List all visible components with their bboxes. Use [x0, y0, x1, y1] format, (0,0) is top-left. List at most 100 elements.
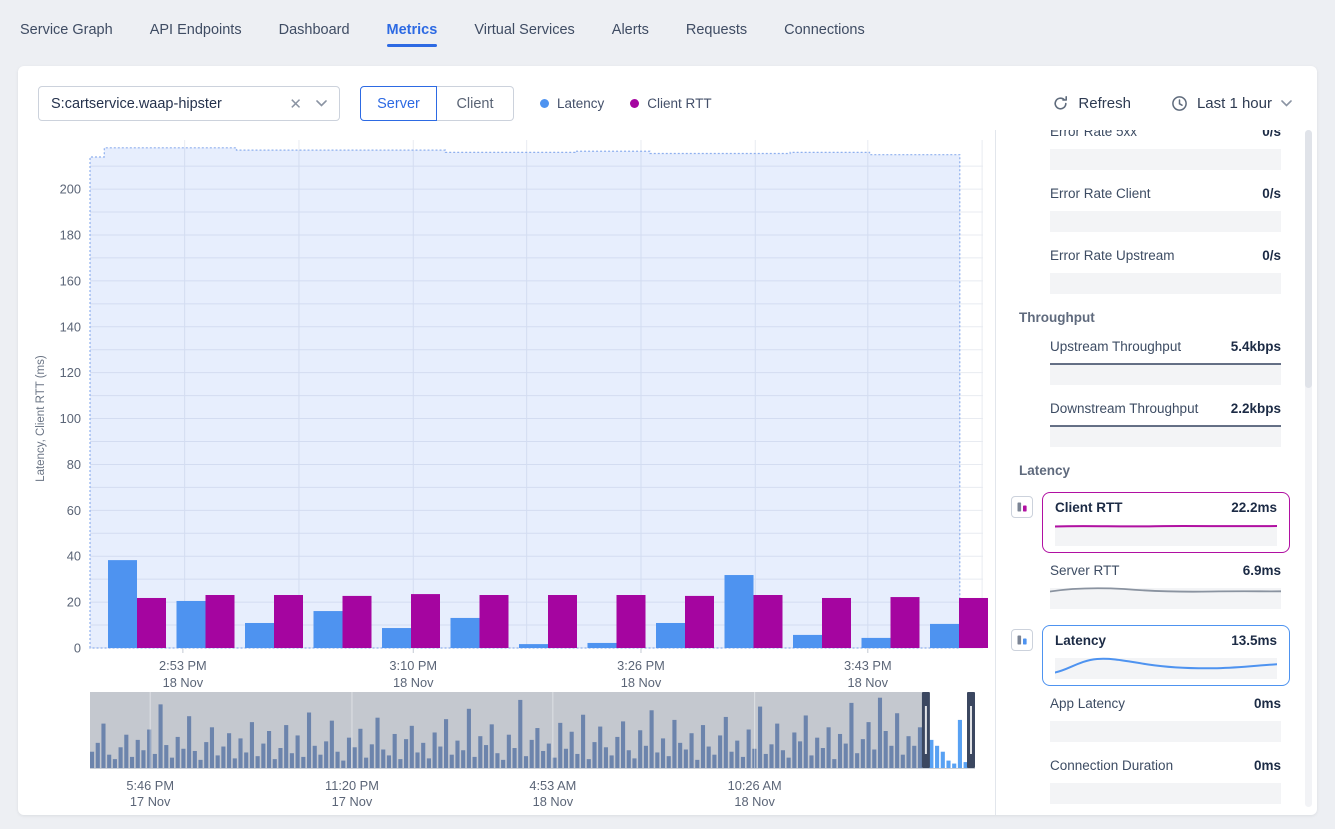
svg-text:3:10 PM: 3:10 PM — [389, 658, 437, 673]
legend-label: Latency — [557, 96, 604, 111]
svg-text:180: 180 — [60, 227, 81, 242]
svg-text:20: 20 — [67, 595, 81, 610]
brush-chart[interactable]: 5:46 PM17 Nov11:20 PM17 Nov4:53 AM18 Nov… — [90, 692, 975, 808]
metric-server-rtt[interactable]: Server RTT6.9ms — [1050, 563, 1281, 609]
metric-label: Latency — [1055, 633, 1106, 648]
metric-sparkline — [1050, 421, 1281, 447]
metric-value: 0/s — [1262, 186, 1281, 201]
metric-value: 0/s — [1262, 130, 1281, 139]
clear-icon[interactable]: ✕ — [289, 95, 302, 113]
time-range-label: Last 1 hour — [1197, 95, 1272, 112]
time-range-select[interactable]: Last 1 hour — [1171, 95, 1292, 112]
tab-alerts[interactable]: Alerts — [612, 0, 649, 60]
refresh-button[interactable]: Refresh — [1052, 95, 1131, 112]
latency-dot-icon — [540, 99, 549, 108]
metric-sparkline — [1050, 583, 1281, 609]
svg-text:18 Nov: 18 Nov — [393, 675, 434, 690]
svg-text:11:20 PM: 11:20 PM — [325, 778, 379, 793]
chart-legend: Latency Client RTT — [540, 86, 712, 121]
svg-text:18 Nov: 18 Nov — [734, 794, 775, 808]
metric-sparkline — [1050, 716, 1281, 742]
chevron-down-icon[interactable] — [316, 100, 327, 107]
metric-value: 0ms — [1254, 758, 1281, 773]
bar-chart-icon — [1011, 629, 1033, 651]
metrics-panel: S:cartservice.waap-hipster ✕ Server Clie… — [18, 66, 1317, 815]
metric-sparkline — [1050, 144, 1281, 170]
tab-service-graph[interactable]: Service Graph — [20, 0, 113, 60]
svg-text:18 Nov: 18 Nov — [533, 794, 574, 808]
metric-value: 5.4kbps — [1231, 339, 1281, 354]
svg-text:80: 80 — [67, 457, 81, 472]
metric-error-rate-upstream[interactable]: Error Rate Upstream 0/s — [1050, 248, 1281, 294]
legend-item-latency[interactable]: Latency — [540, 96, 604, 111]
tab-metrics[interactable]: Metrics — [387, 0, 438, 60]
svg-text:3:26 PM: 3:26 PM — [617, 658, 665, 673]
refresh-label: Refresh — [1078, 95, 1131, 112]
svg-text:Latency, Client RTT (ms): Latency, Client RTT (ms) — [35, 355, 47, 482]
metric-value: 0/s — [1262, 248, 1281, 263]
svg-text:140: 140 — [60, 319, 81, 334]
scrollbar-thumb[interactable] — [1305, 130, 1312, 388]
metric-sparkline — [1050, 206, 1281, 232]
svg-text:200: 200 — [60, 182, 81, 197]
section-header-throughput: Throughput — [1019, 310, 1312, 325]
divider — [995, 130, 996, 815]
refresh-icon — [1052, 95, 1069, 112]
metric-error-rate-client[interactable]: Error Rate Client 0/s — [1050, 186, 1281, 232]
metric-sparkline — [1050, 359, 1281, 385]
svg-text:0: 0 — [74, 641, 81, 656]
svg-text:5:46 PM: 5:46 PM — [126, 778, 174, 793]
legend-label: Client RTT — [647, 96, 711, 111]
tab-bar: Service Graph API Endpoints Dashboard Me… — [0, 0, 1335, 60]
svg-text:120: 120 — [60, 365, 81, 380]
svg-text:60: 60 — [67, 503, 81, 518]
bar-chart-icon — [1011, 496, 1033, 518]
service-select[interactable]: S:cartservice.waap-hipster ✕ — [38, 86, 340, 121]
main-chart[interactable]: 0204060801001201401601802002:53 PM18 Nov… — [28, 134, 988, 694]
metric-app-latency[interactable]: App Latency 0ms — [1050, 696, 1281, 742]
metric-value: 13.5ms — [1231, 633, 1277, 648]
metric-sparkline — [1055, 520, 1277, 546]
svg-text:160: 160 — [60, 273, 81, 288]
tab-dashboard[interactable]: Dashboard — [279, 0, 350, 60]
metric-label: Server RTT — [1050, 563, 1120, 578]
metric-label: Connection Duration — [1050, 758, 1173, 773]
metric-sparkline — [1050, 778, 1281, 804]
metric-value: 22.2ms — [1231, 500, 1277, 515]
svg-text:2:53 PM: 2:53 PM — [159, 658, 207, 673]
svg-text:17 Nov: 17 Nov — [130, 794, 171, 808]
svg-text:18 Nov: 18 Nov — [621, 675, 662, 690]
metric-value: 2.2kbps — [1231, 401, 1281, 416]
svg-text:10:26 AM: 10:26 AM — [728, 778, 782, 793]
metric-upstream-throughput[interactable]: Upstream Throughput 5.4kbps — [1050, 339, 1281, 385]
svg-text:3:43 PM: 3:43 PM — [844, 658, 892, 673]
metric-downstream-throughput[interactable]: Downstream Throughput2.2kbps — [1050, 401, 1281, 447]
tab-virtual-services[interactable]: Virtual Services — [474, 0, 574, 60]
tab-connections[interactable]: Connections — [784, 0, 865, 60]
metric-connection-duration[interactable]: Connection Duration 0ms — [1050, 758, 1281, 804]
metric-sparkline — [1050, 268, 1281, 294]
chevron-down-icon — [1281, 100, 1292, 107]
svg-text:40: 40 — [67, 549, 81, 564]
svg-text:4:53 AM: 4:53 AM — [529, 778, 576, 793]
metric-label: Upstream Throughput — [1050, 339, 1181, 354]
metric-card-client-rtt[interactable]: Client RTT22.2ms — [1042, 492, 1290, 553]
tab-api-endpoints[interactable]: API Endpoints — [150, 0, 242, 60]
svg-text:18 Nov: 18 Nov — [163, 675, 204, 690]
metric-value: 0ms — [1254, 696, 1281, 711]
metric-label: Error Rate Upstream — [1050, 248, 1175, 263]
clock-icon — [1171, 95, 1188, 112]
metric-label: Error Rate Client — [1050, 186, 1151, 201]
client-rtt-dot-icon — [630, 99, 639, 108]
legend-item-client-rtt[interactable]: Client RTT — [630, 96, 711, 111]
metric-card-latency[interactable]: Latency 13.5ms — [1042, 625, 1290, 686]
client-toggle-button[interactable]: Client — [437, 86, 514, 121]
metric-label: App Latency — [1050, 696, 1125, 711]
section-header-latency: Latency — [1019, 463, 1312, 478]
sidebar-scrollbar[interactable] — [1305, 130, 1312, 807]
metrics-sidebar: Error Rate 5xx0/s Error Rate Client 0/s E… — [1008, 130, 1312, 815]
metric-error-rate-5xx[interactable]: Error Rate 5xx0/s — [1050, 130, 1281, 170]
server-toggle-button[interactable]: Server — [360, 86, 437, 121]
tab-requests[interactable]: Requests — [686, 0, 747, 60]
server-client-toggle: Server Client — [360, 86, 514, 121]
